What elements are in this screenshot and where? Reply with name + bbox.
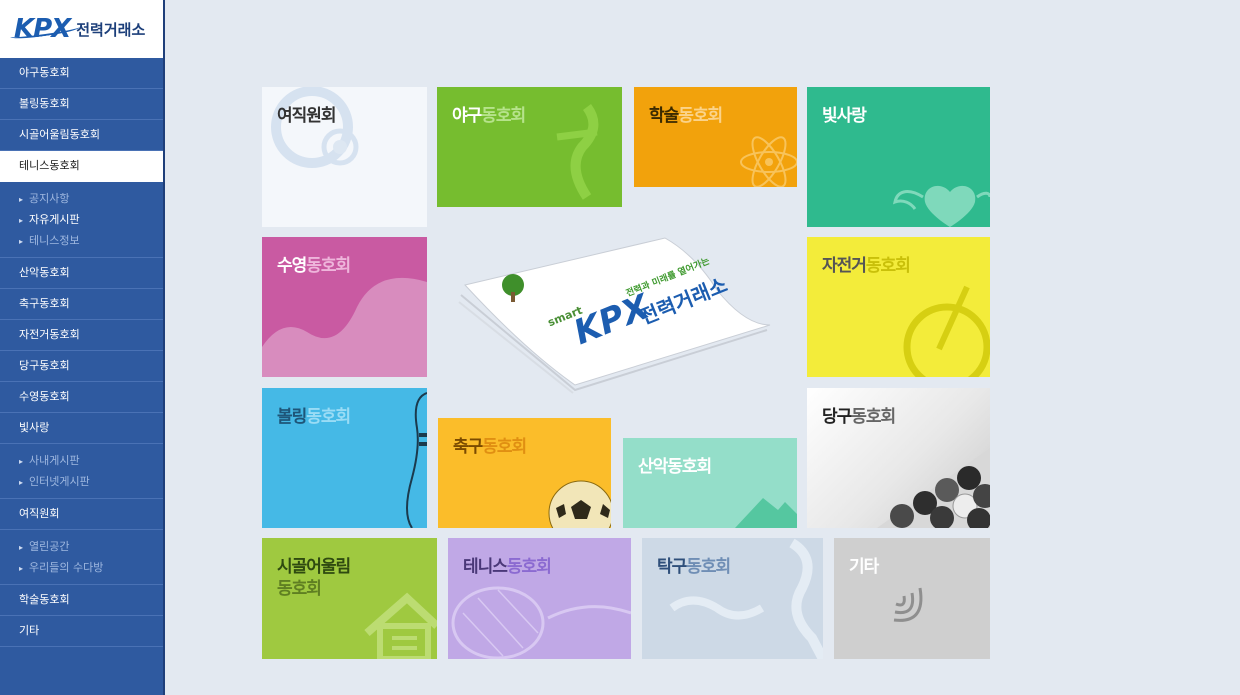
tile-label-suffix: 동호회 [678,106,723,126]
soccer-ball-icon [548,480,611,528]
sidebar-item-women[interactable]: 여직원회 [0,499,163,530]
tile-label: 볼링 [277,407,307,427]
tile-baseball[interactable]: 야구동호회 [437,87,622,207]
tile-soccer[interactable]: 축구동호회 [438,418,611,528]
tile-academic[interactable]: 학술동호회 [634,87,797,187]
tile-label: 자전거 [822,256,867,276]
submenu-label: 열린공간 [29,540,70,553]
tile-label: 기타 [849,557,879,577]
tile-label: 수영 [277,256,307,276]
tile-label-suffix: 동호회 [481,106,526,126]
tile-tennis[interactable]: 테니스동호회 [448,538,631,659]
submenu-label: 사내게시판 [29,454,80,467]
tile-label-suffix: 동호회 [865,256,911,276]
submenu-item-tennis-info[interactable]: ▸ 테니스정보 [0,230,163,251]
submenu-item-internet-board[interactable]: ▸ 인터넷게시판 [0,471,163,492]
submenu-label: 인터넷게시판 [29,475,90,488]
submenu-item-chat-room[interactable]: ▸ 우리들의 수다방 [0,557,163,578]
submenu-label: 테니스정보 [29,234,80,247]
tile-label: 축구 [453,437,483,457]
tile-billiards[interactable]: 당구동호회 [807,388,990,528]
tile-bike[interactable]: 자전거동호회 [807,237,990,377]
submenu-item-internal-board[interactable]: ▸ 사내게시판 [0,450,163,471]
tile-label-suffix: 동호회 [277,579,322,599]
tile-etc[interactable]: 기타 [834,538,990,659]
submenu-item-notice[interactable]: ▸ 공지사항 [0,188,163,209]
tile-label: 테니스 [463,557,508,577]
tile-label: 당구 [822,407,852,427]
tile-label: 빛사랑 [822,106,867,126]
submenu-item-free-board[interactable]: ▸ 자유게시판 [0,209,163,230]
sidebar-item-rural[interactable]: 시골어울림동호회 [0,120,163,151]
sidebar: KPX 전력거래소 야구동호회 볼링동호회 시골어울림동호회 테니스동호회 ▸ 공… [0,0,165,695]
tennis-submenu: ▸ 공지사항 ▸ 자유게시판 ▸ 테니스정보 [0,182,163,258]
logo-brand: KPX [14,14,71,44]
sidebar-item-swim[interactable]: 수영동호회 [0,382,163,413]
tile-label: 탁구 [657,557,687,577]
sidebar-item-bowling[interactable]: 볼링동호회 [0,89,163,120]
tile-tabletennis[interactable]: 탁구동호회 [642,538,823,659]
tile-label: 산악동호회 [638,457,712,477]
tile-label: 여직원회 [277,106,337,126]
mountain-decoration [735,498,797,528]
tile-label-suffix: 동호회 [851,407,896,427]
submenu-label: 우리들의 수다방 [29,561,104,574]
atom-decoration [740,136,797,187]
center-logo-artwork: smart KPX 전력과 미래를 열어가는 전력거래소 [455,230,775,395]
bullet-icon: ▸ [19,215,24,225]
sidebar-item-light[interactable]: 빛사랑 [0,413,163,444]
submenu-label: 자유게시판 [29,213,80,226]
sidebar-item-soccer[interactable]: 축구동호회 [0,289,163,320]
bullet-icon: ▸ [19,236,24,246]
bullet-icon: ▸ [19,563,24,573]
tile-label: 시골어울림 [277,557,351,577]
tile-label-suffix: 동호회 [686,557,731,577]
bullet-icon: ▸ [19,194,24,204]
light-submenu: ▸ 사내게시판 ▸ 인터넷게시판 [0,444,163,499]
tile-rural[interactable]: 시골어울림 동호회 [262,538,437,659]
tile-light[interactable]: 빛사랑 [807,87,990,227]
logo-name: 전력거래소 [76,20,146,39]
kpx-logo[interactable]: KPX 전력거래소 [0,0,163,58]
submenu-item-open-space[interactable]: ▸ 열린공간 [0,536,163,557]
sidebar-item-etc[interactable]: 기타 [0,616,163,647]
tile-label: 학술 [649,106,679,126]
tile-swim[interactable]: 수영동호회 [262,237,427,377]
sidebar-item-baseball[interactable]: 야구동호회 [0,58,163,89]
tile-label-suffix: 동호회 [306,256,351,276]
sidebar-item-tennis[interactable]: 테니스동호회 [0,151,163,182]
tile-label-suffix: 동호회 [482,437,527,457]
tile-mountain[interactable]: 산악동호회 [623,438,797,528]
tile-label: 야구 [452,106,482,126]
sidebar-item-academic[interactable]: 학술동호회 [0,585,163,616]
tile-bowling[interactable]: 볼링동호회 [262,388,427,528]
bullet-icon: ▸ [19,456,24,466]
tile-label-suffix: 동호회 [506,557,552,577]
bullet-icon: ▸ [19,542,24,552]
sidebar-item-bike[interactable]: 자전거동호회 [0,320,163,351]
submenu-label: 공지사항 [29,192,70,205]
bullet-icon: ▸ [19,477,24,487]
tile-label-suffix: 동호회 [306,407,351,427]
sidebar-item-billiards[interactable]: 당구동호회 [0,351,163,382]
women-submenu: ▸ 열린공간 ▸ 우리들의 수다방 [0,530,163,585]
sidebar-item-mountain[interactable]: 산악동호회 [0,258,163,289]
tile-women[interactable]: 여직원회 [262,87,427,227]
